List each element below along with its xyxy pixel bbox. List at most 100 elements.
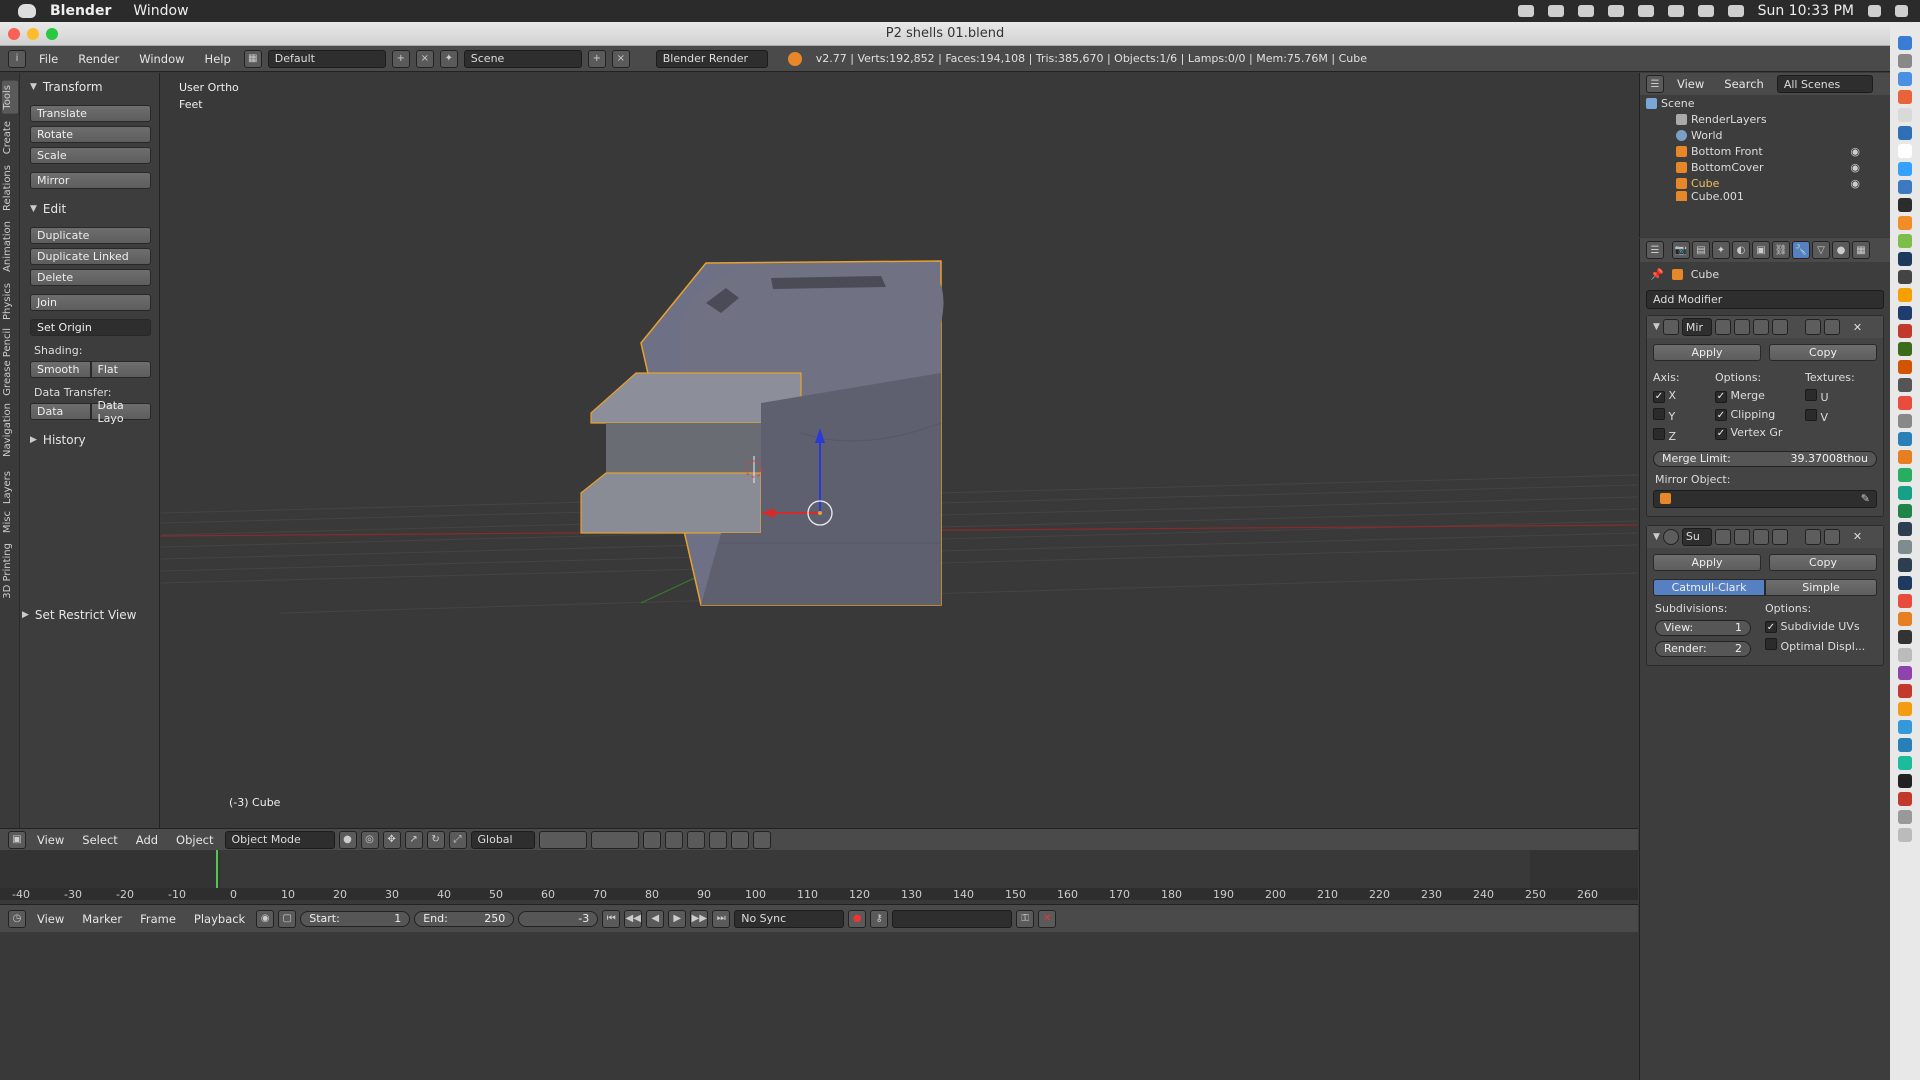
move-up-icon[interactable] <box>1804 528 1821 545</box>
delete-keyframe-icon[interactable]: ✕ <box>1038 909 1057 928</box>
3d-viewport[interactable]: User Ortho Feet (-3) Cube <box>161 73 1638 828</box>
visibility-eye-icon[interactable]: ◉ <box>1850 161 1860 174</box>
zoom-window-button[interactable] <box>46 28 58 40</box>
app-icon-19[interactable] <box>1898 738 1912 752</box>
move-up-icon[interactable] <box>1804 319 1821 335</box>
tab-3d-printing[interactable]: 3D Printing <box>2 543 18 599</box>
app-icon-15[interactable] <box>1898 666 1912 680</box>
edit-panel-header[interactable]: ▼ Edit <box>20 199 159 219</box>
end-frame-field[interactable]: End: 250 <box>414 910 515 927</box>
menu-marker[interactable]: Marker <box>75 912 129 926</box>
merge-limit-field[interactable]: Merge Limit: 39.37008thou <box>1653 450 1877 467</box>
subsurf-copy-button[interactable]: Copy <box>1769 553 1877 571</box>
proportional-edit-icon[interactable] <box>664 830 683 849</box>
menu-search[interactable]: Search <box>1717 77 1771 91</box>
app-menu-blender[interactable]: Blender <box>50 3 111 19</box>
clipping-checkbox[interactable]: ✓ Clipping <box>1715 408 1805 421</box>
scene-tab-icon[interactable]: ✦ <box>1712 241 1730 259</box>
outliner-row-world[interactable]: World <box>1640 127 1890 143</box>
data-button[interactable]: Data <box>30 403 91 420</box>
search-icon[interactable] <box>1868 5 1881 17</box>
editmode-toggle-icon[interactable] <box>1752 528 1769 545</box>
camera-icon[interactable] <box>1547 5 1564 17</box>
constraints-tab-icon[interactable]: ⛓ <box>1772 241 1790 259</box>
cloud-icon[interactable] <box>1607 5 1624 17</box>
render-tab-icon[interactable]: 📷 <box>1672 241 1690 259</box>
muse-icon[interactable] <box>1898 342 1912 356</box>
editor-type-icon[interactable]: ☰ <box>1646 241 1664 259</box>
layout-dropdown[interactable]: Default <box>267 49 386 68</box>
jump-start-icon[interactable]: ⏮ <box>602 909 621 928</box>
terminal-icon[interactable] <box>1898 198 1912 212</box>
menu-view[interactable]: View <box>30 912 71 926</box>
snap-icon[interactable] <box>686 830 705 849</box>
manipulator-icon[interactable]: ✥ <box>382 830 401 849</box>
menu-help[interactable]: Help <box>198 52 238 66</box>
tab-tools[interactable]: Tools <box>2 81 18 114</box>
world-tab-icon[interactable]: ◐ <box>1732 241 1750 259</box>
mirror-modifier-name[interactable]: Mir <box>1681 318 1712 336</box>
subsurf-apply-button[interactable]: Apply <box>1653 553 1761 571</box>
bluetooth-icon[interactable] <box>1667 5 1684 17</box>
axis-x-checkbox[interactable]: ✓ X <box>1653 389 1715 403</box>
scale-manipulator-icon[interactable]: ⤢ <box>448 830 467 849</box>
display-mode-dropdown[interactable]: All Scenes <box>1776 75 1873 93</box>
cube-mesh[interactable] <box>580 260 944 606</box>
object-tab-icon[interactable]: ▣ <box>1752 241 1770 259</box>
app-icon-18[interactable] <box>1898 720 1912 734</box>
tab-create[interactable]: Create <box>2 121 18 154</box>
vertex-group-checkbox[interactable]: ✓ Vertex Gr <box>1715 426 1805 440</box>
remove-modifier-icon[interactable]: ✕ <box>1853 321 1862 334</box>
minimize-window-button[interactable] <box>27 28 39 40</box>
app-icon-13[interactable] <box>1898 630 1912 644</box>
app-icon-9[interactable] <box>1898 522 1912 536</box>
opengl-render-icon[interactable] <box>752 830 771 849</box>
volume-icon[interactable] <box>1727 5 1744 17</box>
editmode-toggle-icon[interactable] <box>1752 319 1769 335</box>
view-levels-field[interactable]: View: 1 <box>1655 619 1751 636</box>
play-icon[interactable]: ▶ <box>668 909 687 928</box>
menu-view[interactable]: View <box>1670 77 1711 91</box>
scale-button[interactable]: Scale <box>30 147 151 164</box>
scene-icon[interactable]: ✦ <box>439 49 458 68</box>
outliner-row-bottom-front[interactable]: Bottom Front ◉ <box>1640 143 1890 159</box>
trash-icon[interactable] <box>1898 828 1912 842</box>
pin-icon[interactable]: 📌 <box>1650 268 1664 281</box>
tab-misc[interactable]: Misc <box>2 511 18 533</box>
data-tab-icon[interactable]: ▽ <box>1812 241 1830 259</box>
translate-button[interactable]: Translate <box>30 105 151 122</box>
translate-manipulator-icon[interactable]: ↗ <box>404 830 423 849</box>
start-frame-field[interactable]: Start: 1 <box>300 910 411 927</box>
mode-dropdown[interactable]: Object Mode <box>224 830 335 849</box>
lightroom-icon[interactable] <box>1898 306 1912 320</box>
menu-render[interactable]: Render <box>71 52 126 66</box>
visibility-eye-icon[interactable]: ◉ <box>1850 145 1860 158</box>
sync-dropdown[interactable]: No Sync <box>734 909 845 928</box>
app-icon-12[interactable] <box>1898 612 1912 626</box>
render-engine-dropdown[interactable]: Blender Render <box>655 49 768 68</box>
outliner-row-cube-001[interactable]: Cube.001 <box>1640 191 1890 201</box>
calendar-icon[interactable] <box>1898 144 1912 158</box>
mirror-object-field[interactable]: ✎ <box>1653 489 1877 508</box>
keying-set-field[interactable] <box>892 909 1013 928</box>
tab-layers[interactable]: Layers <box>2 471 18 504</box>
shading-icon[interactable]: ● <box>338 830 357 849</box>
outliner-row-cube[interactable]: Cube ◉ <box>1640 175 1890 191</box>
downloads-icon[interactable] <box>1898 810 1912 824</box>
next-keyframe-icon[interactable]: ▶▶ <box>690 909 709 928</box>
tab-relations[interactable]: Relations <box>2 165 18 211</box>
jump-end-icon[interactable]: ⏭ <box>712 909 731 928</box>
app-icon-11[interactable] <box>1898 594 1912 608</box>
app-icon-3[interactable] <box>1898 414 1912 428</box>
move-down-icon[interactable] <box>1823 319 1840 335</box>
mirror-button[interactable]: Mirror <box>30 172 151 189</box>
blender-icon[interactable] <box>1898 216 1912 230</box>
menu-window[interactable]: Window <box>133 3 188 19</box>
notes-icon[interactable] <box>1898 108 1912 122</box>
texture-v-checkbox[interactable]: V <box>1805 409 1855 424</box>
time-machine-icon[interactable] <box>1637 5 1654 17</box>
catmull-clark-button[interactable]: Catmull-Clark <box>1653 578 1765 596</box>
app-icon-2[interactable] <box>1898 378 1912 392</box>
firefox-icon[interactable] <box>1898 90 1912 104</box>
render-layers-tab-icon[interactable]: ▤ <box>1692 241 1710 259</box>
